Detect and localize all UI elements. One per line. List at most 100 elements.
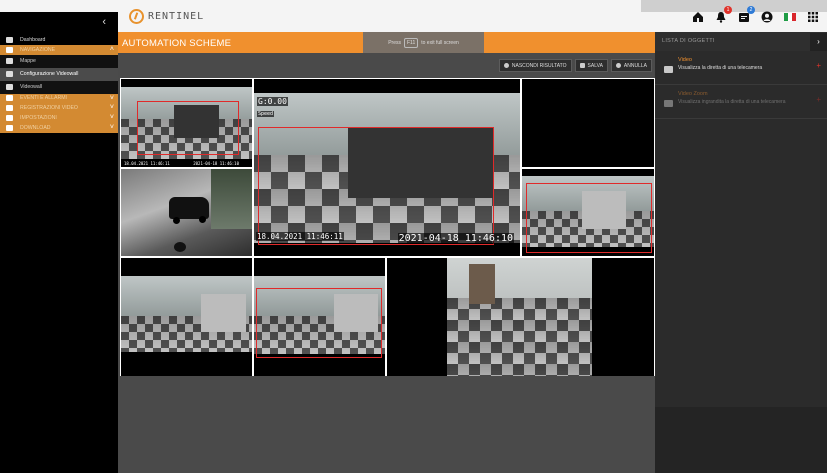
sidebar-item-label: IMPOSTAZIONI [20,115,57,122]
sidebar-item-label: Videowall [20,84,43,91]
sidebar-item-videowall[interactable]: Videowall [0,80,118,94]
cancel-button[interactable]: ANNULLA [610,59,652,72]
settings-icon [6,115,13,122]
fullscreen-tip: Press F11 to exit full screen [363,32,484,53]
video-tile-5[interactable] [522,169,654,256]
sidebar-item-configurazione-videowall[interactable]: Configurazione Videowall [0,67,118,81]
sidebar-collapse-chevron-left-icon[interactable]: ‹ [102,16,106,28]
video-timestamp: 18.04.2021 11:46:11 [123,161,171,166]
messages-icon[interactable]: 2 [738,6,755,23]
privacy-mask [348,128,493,198]
main-content: NASCONDI RISULTATO SALVA ANNULLA 18.04.2… [118,53,655,473]
camera-scene-floor [447,298,592,376]
chevron-down-icon: ˅ [109,123,114,131]
videowall-grid: 18.04.2021 11:46:11 2021-04-18 11:46:10 … [120,78,655,376]
language-flag-italy-icon[interactable] [784,11,796,23]
video-timestamp-secondary: 2021-04-18 11:46:10 [397,233,514,244]
video-tile-main[interactable]: G:0.00 Speed 18.04.2021 11:46:11 2021-04… [254,79,520,256]
fullscreen-tip-before: Press [388,39,401,46]
sidebar-item-label: EVENTI E ALLARMI [20,95,67,102]
cancel-circle-icon [615,63,621,68]
videowall-config-icon [6,71,13,78]
sidebar-item-registrazioni-video[interactable]: REGISTRAZIONI VIDEO ˅ [0,103,118,114]
video-timestamp-secondary: 2021-04-18 11:46:10 [192,161,240,166]
top-bar: RENTINEL 1 2 [0,0,827,32]
object-item-video[interactable]: Video Visualizza la diretta di una telec… [655,57,827,85]
sidebar-item-mappe[interactable]: Mappe [0,54,118,68]
panel-collapse-chevron-right-icon[interactable]: › [810,33,827,51]
object-item-description: Visualizza ingrandita la diretta di una … [678,99,786,105]
car-wheel [199,216,206,223]
apps-grid-icon[interactable] [807,11,819,23]
user-account-icon[interactable] [761,11,773,23]
sidebar-item-eventi-e-allarmi[interactable]: EVENTI E ALLARMI ˅ [0,93,118,104]
object-item-video-zoom[interactable]: Video Zoom Visualizza ingrandita la dire… [655,91,827,119]
cancel-label: ANNULLA [623,62,647,69]
sidebar-item-label: Configurazione Videowall [20,71,79,78]
sidebar-item-label: NAVIGAZIONE [20,46,56,53]
page-title: AUTOMATION SCHEME [122,38,232,49]
shelf-shape [469,264,495,304]
chevron-up-icon: ˄ [109,45,114,53]
sidebar-item-impostazioni[interactable]: IMPOSTAZIONI ˅ [0,113,118,123]
add-object-plus-icon[interactable]: + [816,61,821,70]
chevron-down-icon: ˅ [109,94,114,102]
eye-slash-icon [503,63,509,68]
save-button[interactable]: SALVA [574,59,608,72]
notification-bell-icon[interactable]: 1 [715,6,732,23]
video-tile-7[interactable] [254,258,385,376]
videowall-icon [6,84,13,91]
sidebar-item-label: REGISTRAZIONI VIDEO [20,105,78,112]
sidebar: ‹ Dashboard NAVIGAZIONE ˄ Mappe Configur… [0,12,118,473]
sidebar-item-dashboard[interactable]: Dashboard [0,35,118,45]
video-tile-1[interactable]: 18.04.2021 11:46:11 2021-04-18 11:46:10 [121,79,252,167]
video-tile-6[interactable] [121,258,252,376]
camera-icon [664,66,673,73]
chevron-down-icon: ˅ [109,114,114,122]
object-list-footer [655,407,827,473]
fullscreen-tip-after: to exit full screen [421,39,459,46]
alarm-icon [6,95,13,102]
brand-logo-icon [129,9,144,24]
sidebar-item-download[interactable]: DOWNLOAD ˅ [0,122,118,133]
object-list-panel: LISTA DI OGGETTI › Video Visualizza la d… [655,32,827,473]
video-timestamp: 18.04.2021 11:46:11 [256,232,344,241]
messages-count-badge: 2 [747,6,755,14]
road-greenery [211,169,252,229]
road-object [174,242,186,252]
privacy-mask [201,294,246,332]
chevron-down-icon: ˅ [109,104,114,112]
object-item-name: Video Zoom [678,91,708,97]
object-counter: G:0.00 [257,97,288,106]
map-icon [6,58,13,65]
brand-name: RENTINEL [148,11,205,22]
privacy-mask [582,191,626,229]
object-list-title: LISTA DI OGGETTI [662,38,715,44]
object-speed-label: Speed [257,111,275,117]
object-item-name: Video [678,57,692,63]
video-icon [6,105,13,112]
floppy-disk-icon [579,63,585,68]
object-list-header: LISTA DI OGGETTI › [655,32,827,51]
home-alarm-icon[interactable] [692,11,704,23]
object-item-description: Visualizza la diretta di una telecamera [678,65,763,71]
privacy-mask [334,294,378,332]
sidebar-item-label: DOWNLOAD [20,124,51,131]
video-tile-empty[interactable] [522,79,654,167]
brand[interactable]: RENTINEL [129,9,204,24]
hide-result-label: NASCONDI RISULTATO [511,62,567,69]
video-tile-road[interactable] [121,169,252,256]
sidebar-item-label: Mappe [20,58,36,65]
hide-result-button[interactable]: NASCONDI RISULTATO [498,59,572,72]
top-icons: 1 2 [692,6,819,23]
sidebar-item-label: Dashboard [20,36,46,43]
add-object-plus-icon[interactable]: + [816,95,821,104]
home-icon [6,36,13,43]
action-toolbar: NASCONDI RISULTATO SALVA ANNULLA [498,59,652,72]
privacy-mask [174,105,219,138]
video-tile-8[interactable] [387,258,654,376]
sidebar-item-navigazione[interactable]: NAVIGAZIONE ˄ [0,44,118,55]
car-wheel [173,217,180,224]
save-label: SALVA [587,62,603,69]
sidebar-menu: Dashboard NAVIGAZIONE ˄ Mappe Configuraz… [0,35,118,133]
